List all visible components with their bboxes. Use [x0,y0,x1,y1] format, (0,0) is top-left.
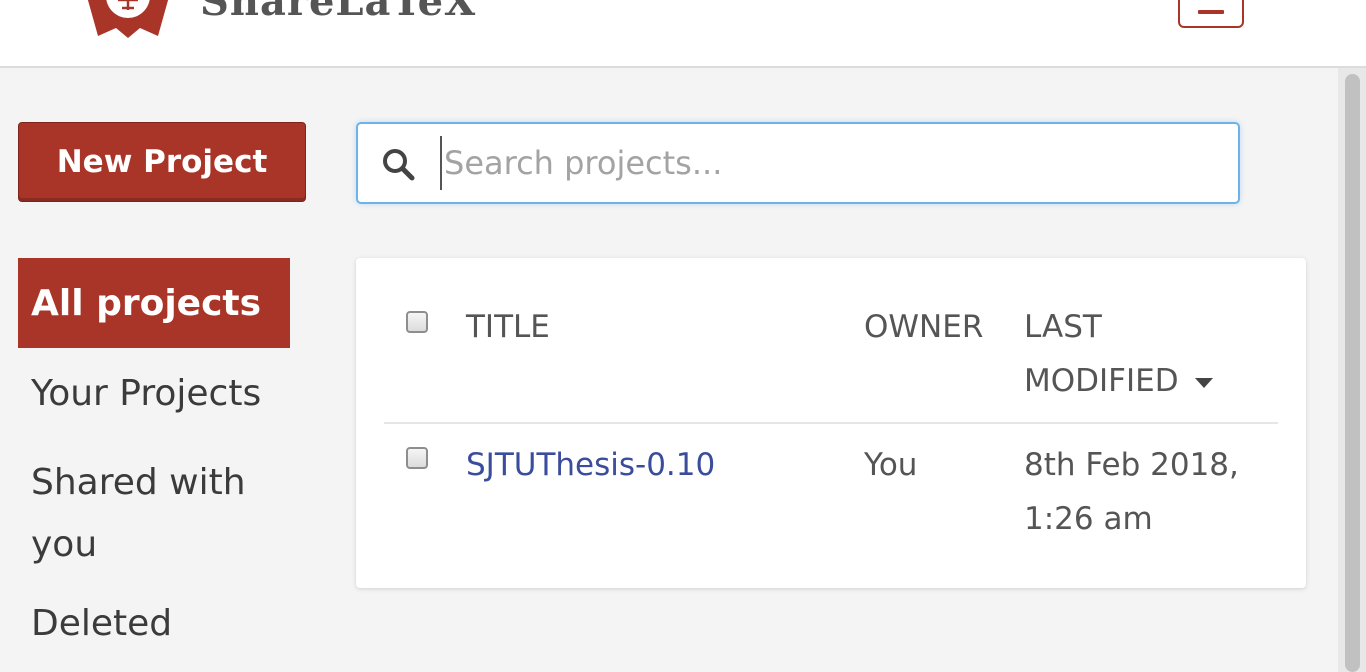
header-divider [384,422,1278,424]
scrollbar-thumb[interactable] [1345,74,1360,672]
menu-icon [1198,10,1224,14]
column-header-owner[interactable]: OWNER [864,300,983,354]
project-filter-nav: All projects Your Projects Shared with y… [18,258,308,658]
menu-toggle-button[interactable] [1178,0,1244,28]
project-title-link[interactable]: SJTUThesis-0.10 [466,438,715,492]
nav-item-your-projects[interactable]: Your Projects [18,348,308,438]
projects-card: TITLE OWNER LAST MODIFIED SJTUThesis-0.1… [356,258,1306,588]
nav-item-shared-with-you[interactable]: Shared with you [18,438,268,588]
project-last-modified: 8th Feb 2018, 1:26 am [1024,447,1239,537]
search-input[interactable] [440,136,1224,190]
search-icon [383,149,415,181]
sort-desc-icon [1194,377,1213,388]
brand-name[interactable]: ShareLaTeX [200,0,476,25]
select-all-checkbox[interactable] [406,311,428,333]
column-header-last-modified[interactable]: LAST MODIFIED [1024,300,1264,408]
column-header-last-modified-label: LAST MODIFIED [1024,309,1179,399]
sharelatex-logo-icon[interactable] [78,0,178,38]
column-header-title[interactable]: TITLE [466,300,550,354]
new-project-button[interactable]: New Project [18,122,306,202]
nav-item-all-projects[interactable]: All projects [18,258,290,348]
page-scrollbar[interactable] [1338,68,1366,672]
row-checkbox[interactable] [406,447,428,469]
project-owner: You [864,447,918,483]
nav-item-deleted[interactable]: Deleted [18,588,308,658]
top-header: ShareLaTeX [0,0,1366,68]
search-box [356,122,1240,204]
